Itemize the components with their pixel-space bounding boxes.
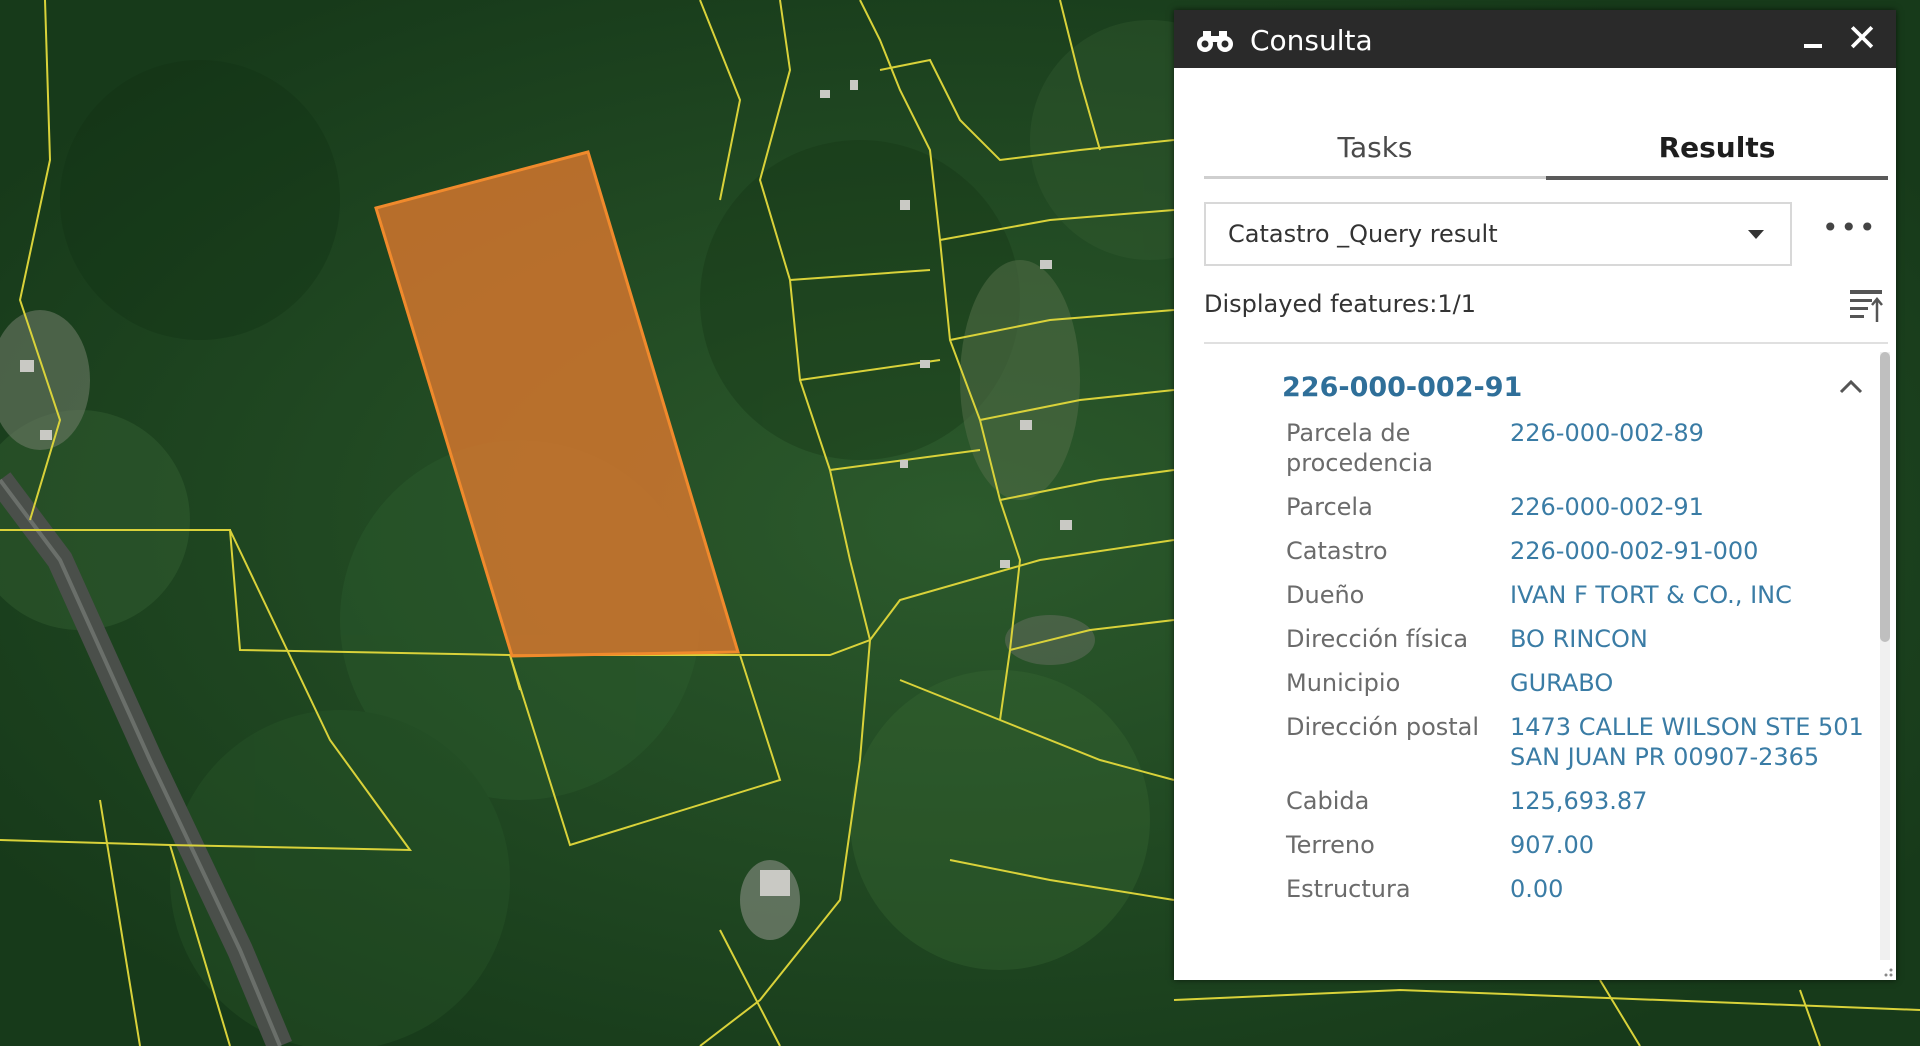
resize-grip-icon[interactable] [1880,964,1894,978]
chevron-down-icon [1748,230,1764,239]
attribute-row: Cabida 125,693.87 [1286,786,1866,830]
attribute-value: 0.00 [1510,875,1564,903]
feature-title-link[interactable]: 226-000-002-91 [1282,372,1522,403]
feature-attributes-table: Parcela de procedencia 226-000-002-89 Parc… [1286,418,1866,918]
attribute-value: BO RINCON [1510,625,1648,653]
panel-title: Consulta [1250,24,1373,57]
features-count: Displayed features:1/1 [1204,290,1476,318]
attribute-row: Dueño IVAN F TORT & CO., INC [1286,580,1866,624]
layer-select-value: Catastro _Query result [1228,220,1498,248]
attribute-key: Parcela de procedencia [1286,419,1433,477]
attribute-key: Municipio [1286,669,1401,697]
attribute-key: Dueño [1286,581,1365,609]
attribute-key: Terreno [1286,831,1375,859]
attribute-value: 226-000-002-89 [1510,419,1704,447]
attribute-row: Dirección física BO RINCON [1286,624,1866,668]
panel-tabs: Tasks Results [1204,110,1888,180]
attribute-key: Cabida [1286,787,1370,815]
close-button[interactable]: ✕ [1842,16,1882,60]
attribute-row: Parcela 226-000-002-91 [1286,492,1866,536]
layer-select-dropdown[interactable]: Catastro _Query result [1204,202,1792,266]
minimize-button[interactable] [1796,22,1830,56]
divider [1204,342,1888,344]
attribute-row: Parcela de procedencia 226-000-002-89 [1286,418,1866,492]
ellipsis-icon[interactable]: ••• [1822,214,1876,250]
attribute-value: 907.00 [1510,831,1594,859]
attribute-key: Estructura [1286,875,1411,903]
sort-icon[interactable] [1846,286,1886,326]
attribute-row: Estructura 0.00 [1286,874,1866,918]
results-scrollbar[interactable] [1880,352,1890,960]
attribute-value: 226-000-002-91 [1510,493,1704,521]
tab-tasks[interactable]: Tasks [1204,110,1546,179]
scrollbar-thumb[interactable] [1880,352,1890,642]
attribute-row: Dirección postal 1473 CALLE WILSON STE 50… [1286,712,1866,786]
attribute-value: 125,693.87 [1510,787,1648,815]
attribute-row: Terreno 907.00 [1286,830,1866,874]
binoculars-icon [1197,31,1233,52]
results-list[interactable]: 226-000-002-91 Parcela de procedencia 226… [1204,348,1874,968]
panel-header: Consulta ✕ [1174,10,1896,68]
attribute-value: GURABO [1510,669,1614,697]
attribute-row: Municipio GURABO [1286,668,1866,712]
tab-results[interactable]: Results [1546,110,1888,180]
attribute-key: Dirección postal [1286,713,1480,741]
attribute-key: Dirección física [1286,625,1469,653]
query-panel: Consulta ✕ Tasks Results Catastro _Query… [1174,10,1896,980]
attribute-key: Catastro [1286,537,1388,565]
attribute-value: IVAN F TORT & CO., INC [1510,581,1792,609]
attribute-key: Parcela [1286,493,1373,521]
attribute-value: 226-000-002-91-000 [1510,537,1759,565]
chevron-up-icon[interactable] [1836,372,1866,402]
attribute-value: 1473 CALLE WILSON STE 501 SAN JUAN PR 00… [1510,713,1864,771]
attribute-row: Catastro 226-000-002-91-000 [1286,536,1866,580]
